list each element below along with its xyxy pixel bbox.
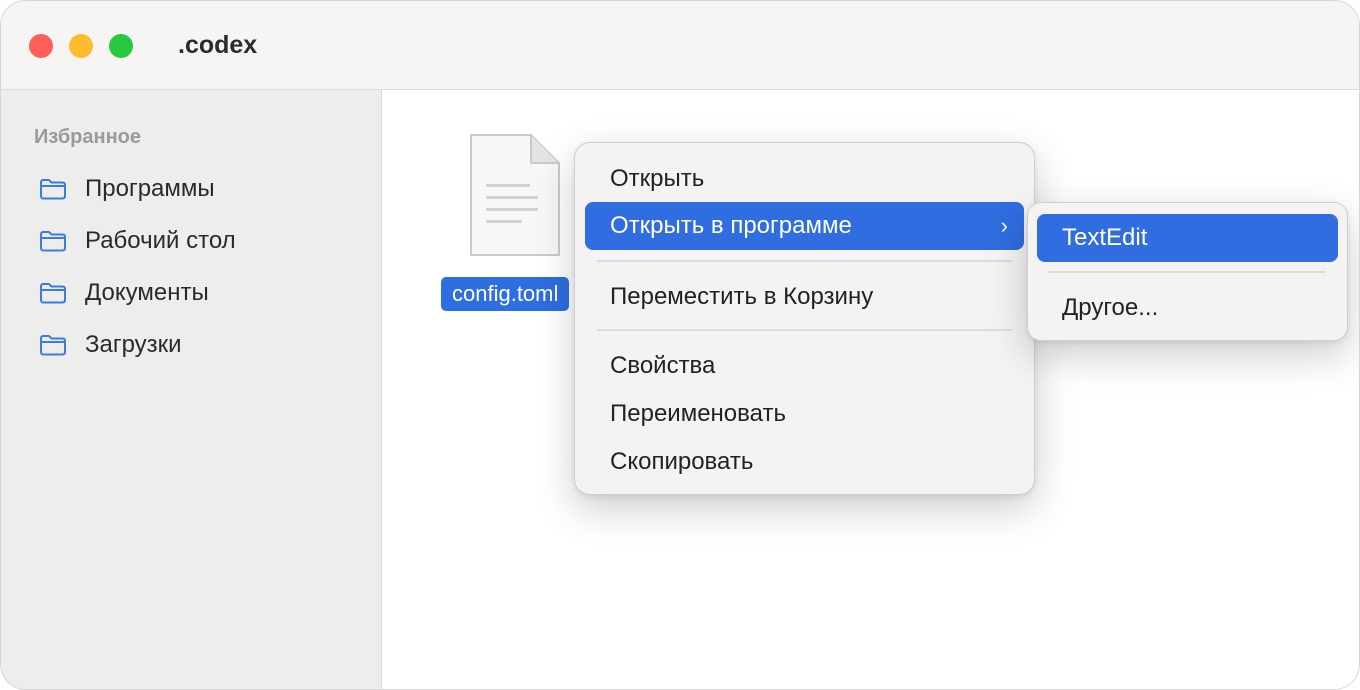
sidebar-item-applications[interactable]: Программы (39, 171, 359, 207)
close-window-button[interactable] (29, 34, 53, 58)
sidebar-item-label: Программы (85, 175, 215, 202)
menu-separator (597, 260, 1012, 262)
menu-item-label: Свойства (610, 352, 716, 379)
finder-window: .codex Избранное Программы Рабочий стол … (0, 0, 1360, 690)
menu-item-move-to-trash[interactable]: Переместить в Корзину (585, 273, 1024, 321)
submenu-item-textedit[interactable]: TextEdit (1037, 214, 1338, 262)
sidebar-item-desktop[interactable]: Рабочий стол (39, 223, 359, 259)
zoom-window-button[interactable] (109, 34, 133, 58)
menu-item-copy[interactable]: Скопировать (585, 438, 1024, 486)
menu-separator (1049, 271, 1326, 273)
sidebar-item-label: Загрузки (85, 331, 182, 358)
minimize-window-button[interactable] (69, 34, 93, 58)
folder-icon (40, 283, 66, 304)
menu-item-label: TextEdit (1062, 224, 1148, 251)
sidebar-item-label: Документы (85, 279, 209, 306)
folder-icon (40, 179, 66, 200)
document-icon[interactable] (469, 133, 561, 257)
menu-item-label: Скопировать (610, 448, 754, 475)
menu-item-label: Открыть в программе (610, 212, 852, 239)
menu-item-open-with[interactable]: Открыть в программе › (585, 202, 1024, 250)
chevron-right-icon: › (1000, 213, 1008, 238)
menu-item-properties[interactable]: Свойства (585, 342, 1024, 390)
file-name-label[interactable]: config.toml (441, 277, 570, 311)
menu-item-label: Переместить в Корзину (610, 283, 874, 310)
context-menu: Открыть Открыть в программе › Переместит… (574, 142, 1035, 495)
title-bar: .codex (1, 1, 1359, 90)
sidebar-item-documents[interactable]: Документы (39, 275, 359, 311)
sidebar: Избранное Программы Рабочий стол Докумен… (1, 90, 382, 689)
sidebar-item-downloads[interactable]: Загрузки (39, 327, 359, 363)
open-with-submenu: TextEdit Другое... (1027, 202, 1348, 341)
menu-separator (597, 329, 1012, 331)
menu-item-label: Открыть (610, 165, 705, 192)
menu-item-label: Переименовать (610, 400, 786, 427)
menu-item-label: Другое... (1062, 294, 1159, 321)
submenu-item-other[interactable]: Другое... (1037, 284, 1338, 332)
menu-item-rename[interactable]: Переименовать (585, 390, 1024, 438)
sidebar-heading-favorites: Избранное (34, 126, 142, 148)
window-title: .codex (178, 31, 258, 59)
folder-icon (40, 335, 66, 356)
menu-item-open[interactable]: Открыть (585, 155, 1024, 203)
folder-icon (40, 231, 66, 252)
sidebar-item-label: Рабочий стол (85, 227, 236, 254)
